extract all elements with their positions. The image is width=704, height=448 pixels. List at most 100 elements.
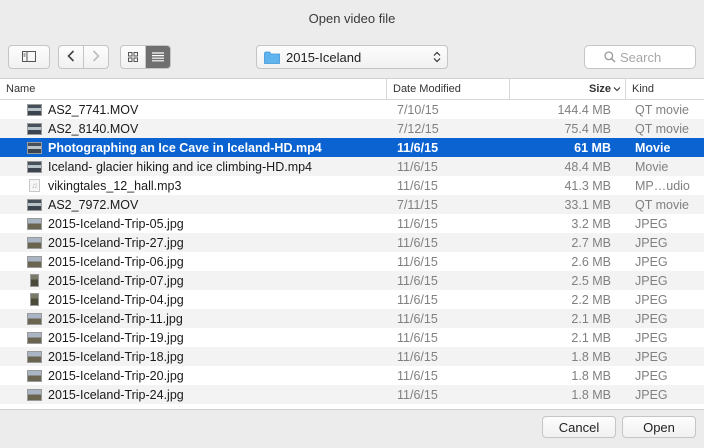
- file-date: 11/6/15: [397, 178, 438, 193]
- file-date: 11/6/15: [397, 368, 438, 383]
- file-date: 7/11/15: [397, 197, 438, 212]
- audio-file-icon: ♫: [29, 179, 40, 192]
- file-row[interactable]: AS2_7741.MOV 7/10/15 144.4 MB QT movie: [0, 100, 704, 119]
- dialog-title: Open video file: [308, 11, 396, 26]
- size-column-header[interactable]: Size: [509, 79, 625, 99]
- chevron-right-icon: [92, 49, 100, 65]
- file-row[interactable]: 2015-Iceland-Trip-06.jpg 11/6/15 2.6 MB JPE…: [0, 252, 704, 271]
- open-button[interactable]: Open: [622, 416, 696, 438]
- file-name-cell: AS2_7741.MOV: [0, 103, 386, 117]
- file-kind: JPEG: [635, 235, 668, 250]
- file-date: 11/6/15: [397, 292, 438, 307]
- size-column-label: Size: [588, 83, 611, 95]
- file-name: 2015-Iceland-Trip-18.jpg: [48, 349, 184, 364]
- location-label: 2015-Iceland: [286, 49, 362, 65]
- file-row[interactable]: 2015-Iceland-Trip-11.jpg 11/6/15 2.1 MB JPE…: [0, 309, 704, 328]
- kind-column-header[interactable]: Kind: [625, 79, 704, 99]
- forward-button[interactable]: [83, 46, 108, 68]
- file-date: 11/6/15: [397, 159, 438, 174]
- file-name-cell: ♫ vikingtales_12_hall.mp3: [0, 179, 386, 193]
- photo-thumbnail-icon: [27, 369, 42, 382]
- grid-view-icon: [128, 50, 138, 65]
- video-thumbnail-icon: [27, 103, 42, 116]
- file-date: 11/6/15: [397, 235, 438, 250]
- sidebar-toggle-button[interactable]: [8, 45, 50, 69]
- list-view-icon: [152, 50, 164, 65]
- cancel-button[interactable]: Cancel: [542, 416, 616, 438]
- file-date: 11/6/15: [397, 273, 438, 288]
- file-row[interactable]: 2015-Iceland-Trip-18.jpg 11/6/15 1.8 MB JPE…: [0, 347, 704, 366]
- file-size: 3.2 MB: [571, 216, 611, 231]
- photo-thumbnail-icon: [27, 255, 42, 268]
- file-date: 11/6/15: [397, 349, 438, 364]
- file-size: 75.4 MB: [564, 121, 611, 136]
- file-kind: MP…udio: [635, 178, 690, 193]
- file-name: AS2_7741.MOV: [48, 102, 139, 117]
- search-field[interactable]: [584, 45, 696, 69]
- file-row[interactable]: AS2_8140.MOV 7/12/15 75.4 MB QT movie: [0, 119, 704, 138]
- file-name-cell: 2015-Iceland-Trip-18.jpg: [0, 350, 386, 364]
- search-input[interactable]: [620, 49, 676, 65]
- file-name: Photographing an Ice Cave in Iceland-HD.…: [48, 140, 322, 155]
- file-row[interactable]: 2015-Iceland-Trip-27.jpg 11/6/15 2.7 MB JPE…: [0, 233, 704, 252]
- file-date: 11/6/15: [397, 387, 438, 402]
- file-row[interactable]: 2015-Iceland-Trip-19.jpg 11/6/15 2.1 MB JPE…: [0, 328, 704, 347]
- file-name-cell: 2015-Iceland-Trip-11.jpg: [0, 312, 386, 326]
- file-name: 2015-Iceland-Trip-19.jpg: [48, 330, 184, 345]
- file-row[interactable]: Iceland- glacier hiking and ice climbing…: [0, 157, 704, 176]
- icon-view-button[interactable]: [121, 46, 145, 68]
- file-name: 2015-Iceland-Trip-11.jpg: [48, 311, 183, 326]
- file-date: 7/12/15: [397, 121, 439, 136]
- file-size: 41.3 MB: [564, 178, 611, 193]
- file-size: 2.2 MB: [571, 292, 611, 307]
- file-name: 2015-Iceland-Trip-20.jpg: [48, 368, 184, 383]
- file-row-selected[interactable]: Photographing an Ice Cave in Iceland-HD.…: [0, 138, 704, 157]
- navigation-buttons: [58, 45, 109, 69]
- video-thumbnail-icon: [27, 160, 42, 173]
- file-kind: Movie: [635, 140, 671, 155]
- file-size: 1.8 MB: [571, 387, 611, 402]
- file-size: 144.4 MB: [557, 102, 611, 117]
- back-button[interactable]: [59, 46, 83, 68]
- chevron-left-icon: [67, 49, 75, 65]
- photo-thumbnail-icon: [27, 350, 42, 363]
- file-kind: QT movie: [635, 102, 689, 117]
- file-kind: JPEG: [635, 216, 668, 231]
- file-name: Iceland- glacier hiking and ice climbing…: [48, 159, 313, 174]
- file-size: 1.8 MB: [571, 349, 611, 364]
- sort-descending-icon: [613, 79, 621, 107]
- file-name-cell: 2015-Iceland-Trip-24.jpg: [0, 388, 386, 402]
- file-size: 1.8 MB: [571, 368, 611, 383]
- photo-thumbnail-icon: [30, 293, 39, 306]
- file-kind: JPEG: [635, 368, 668, 383]
- file-name-cell: 2015-Iceland-Trip-20.jpg: [0, 369, 386, 383]
- file-kind: JPEG: [635, 349, 668, 364]
- file-name-cell: 2015-Iceland-Trip-04.jpg: [0, 293, 386, 307]
- file-name-cell: 2015-Iceland-Trip-06.jpg: [0, 255, 386, 269]
- photo-thumbnail-icon: [27, 236, 42, 249]
- name-column-header[interactable]: Name: [0, 79, 386, 99]
- file-list: Name Date Modified Size Kind AS2_7741.MO…: [0, 78, 704, 410]
- file-row[interactable]: 2015-Iceland-Trip-20.jpg 11/6/15 1.8 MB JPE…: [0, 366, 704, 385]
- file-name: vikingtales_12_hall.mp3: [48, 178, 182, 193]
- file-row[interactable]: 2015-Iceland-Trip-07.jpg 11/6/15 2.5 MB JPE…: [0, 271, 704, 290]
- file-row[interactable]: 2015-Iceland-Trip-05.jpg 11/6/15 3.2 MB JPE…: [0, 214, 704, 233]
- file-row[interactable]: 2015-Iceland-Trip-24.jpg 11/6/15 1.8 MB JPE…: [0, 385, 704, 404]
- column-header: Name Date Modified Size Kind: [0, 79, 704, 100]
- sidebar-icon: [22, 50, 36, 65]
- location-popup[interactable]: 2015-Iceland: [256, 45, 448, 69]
- file-row[interactable]: ♫ vikingtales_12_hall.mp3 11/6/15 41.3 MB MP…: [0, 176, 704, 195]
- photo-thumbnail-icon: [27, 331, 42, 344]
- file-row[interactable]: AS2_7972.MOV 7/11/15 33.1 MB QT movie: [0, 195, 704, 214]
- video-thumbnail-icon: [27, 141, 42, 154]
- date-column-header[interactable]: Date Modified: [386, 79, 509, 99]
- list-view-button[interactable]: [145, 46, 170, 68]
- file-kind: QT movie: [635, 197, 689, 212]
- file-name-cell: Photographing an Ice Cave in Iceland-HD.…: [0, 141, 386, 155]
- file-date: 11/6/15: [397, 254, 438, 269]
- photo-thumbnail-icon: [27, 388, 42, 401]
- file-name: 2015-Iceland-Trip-27.jpg: [48, 235, 184, 250]
- toolbar: 2015-Iceland: [0, 44, 704, 74]
- file-row[interactable]: 2015-Iceland-Trip-04.jpg 11/6/15 2.2 MB JPE…: [0, 290, 704, 309]
- photo-thumbnail-icon: [27, 217, 42, 230]
